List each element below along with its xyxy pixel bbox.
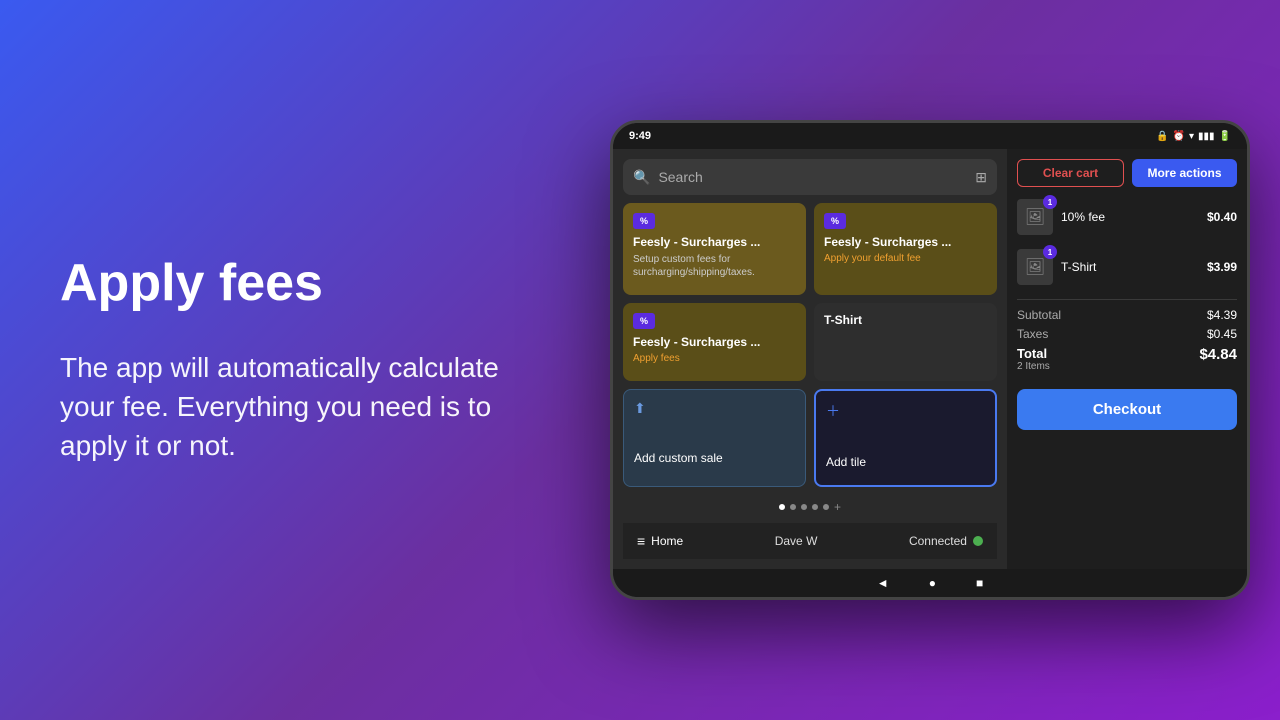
dot-plus: +: [834, 501, 841, 513]
cart-item-tshirt[interactable]: 🖼 1 T-Shirt $3.99: [1017, 245, 1237, 289]
fee-image-icon: 🖼: [1025, 207, 1045, 227]
nav-bar: ◄ ● ■: [613, 569, 1247, 597]
cart-totals: Subtotal $4.39 Taxes $0.45 Total 2 Items…: [1017, 299, 1237, 377]
recent-button[interactable]: ■: [976, 576, 983, 590]
main-title: Apply fees: [60, 255, 500, 312]
tshirt-name: T-Shirt: [824, 313, 987, 327]
dot-5: [823, 504, 829, 510]
bottom-bar: ≡ Home Dave W Connected: [623, 523, 997, 559]
left-panel: Apply fees The app will automatically ca…: [0, 195, 560, 526]
tablet-wrapper: 9:49 🔒 ⏰ ▾ ▮▮▮ 🔋 🔍 Search ⊞: [610, 120, 1250, 600]
clear-cart-button[interactable]: Clear cart: [1017, 159, 1124, 187]
wifi-icon: ▾: [1189, 131, 1194, 142]
feesly-3-badge: %: [633, 313, 655, 329]
feesly-1-desc: Setup custom fees for surcharging/shippi…: [633, 253, 796, 279]
status-icons: 🔒 ⏰ ▾ ▮▮▮ 🔋: [1156, 131, 1231, 142]
subtotal-value: $4.39: [1207, 308, 1237, 322]
lock-icon: 🔒: [1156, 131, 1168, 142]
page-dots: +: [623, 495, 997, 515]
cart-item-tshirt-image: 🖼 1: [1017, 249, 1053, 285]
connected-indicator: [973, 536, 983, 546]
home-button[interactable]: ●: [929, 576, 936, 590]
user-label: Dave W: [775, 534, 818, 548]
alarm-icon: ⏰: [1173, 131, 1185, 142]
dot-2: [790, 504, 796, 510]
total-label-col: Total 2 Items: [1017, 346, 1050, 372]
cart-item-tshirt-info: T-Shirt: [1061, 260, 1199, 274]
taxes-label: Taxes: [1017, 327, 1048, 341]
grid-icon: ⊞: [975, 169, 987, 186]
total-value: $4.84: [1199, 346, 1237, 372]
search-bar[interactable]: 🔍 Search ⊞: [623, 159, 997, 195]
signal-icon: ▮▮▮: [1198, 131, 1215, 142]
taxes-value: $0.45: [1207, 327, 1237, 341]
fee-item-price: $0.40: [1207, 210, 1237, 224]
hamburger-icon: ≡: [637, 533, 645, 549]
tshirt-item-name: T-Shirt: [1061, 260, 1199, 274]
cart-item-fee[interactable]: 🖼 1 10% fee $0.40: [1017, 195, 1237, 239]
feesly-3-desc: Apply fees: [633, 353, 796, 364]
dot-4: [812, 504, 818, 510]
fee-badge: 1: [1043, 195, 1057, 209]
total-label: Total: [1017, 346, 1050, 361]
total-row: Total 2 Items $4.84: [1017, 346, 1237, 372]
feesly-3-name: Feesly - Surcharges ...: [633, 335, 796, 349]
search-icon: 🔍: [633, 169, 650, 186]
connected-label: Connected: [909, 534, 967, 548]
feesly-1-name: Feesly - Surcharges ...: [633, 235, 796, 249]
bottom-home[interactable]: ≡ Home: [637, 533, 683, 549]
tshirt-item-price: $3.99: [1207, 260, 1237, 274]
back-button[interactable]: ◄: [877, 576, 889, 590]
tshirt-badge: 1: [1043, 245, 1057, 259]
tile-feesly-1[interactable]: % Feesly - Surcharges ... Setup custom f…: [623, 203, 806, 295]
subtotal-label: Subtotal: [1017, 308, 1061, 322]
custom-sale-label: Add custom sale: [634, 451, 795, 465]
cart-item-fee-info: 10% fee: [1061, 210, 1199, 224]
tile-feesly-2[interactable]: % Feesly - Surcharges ... Apply your def…: [814, 203, 997, 295]
feesly-1-badge: %: [633, 213, 655, 229]
product-grid: % Feesly - Surcharges ... Setup custom f…: [623, 203, 997, 487]
search-input-placeholder: Search: [658, 169, 967, 185]
add-tile-label: Add tile: [826, 455, 985, 469]
cart-panel: Clear cart More actions 🖼 1 10% fee $0.4…: [1007, 149, 1247, 569]
tile-tshirt[interactable]: T-Shirt: [814, 303, 997, 380]
bottom-user: Dave W: [775, 534, 818, 548]
plus-icon: ＋: [826, 401, 985, 421]
checkout-button[interactable]: Checkout: [1017, 389, 1237, 430]
tile-add-tile[interactable]: ＋ Add tile: [814, 389, 997, 487]
tile-custom-sale[interactable]: ⬆ Add custom sale: [623, 389, 806, 487]
status-time: 9:49: [629, 130, 651, 142]
dot-1: [779, 504, 785, 510]
subtitle: The app will automatically calculate you…: [60, 348, 500, 466]
products-panel: 🔍 Search ⊞ % Feesly - Surcharges ... Set…: [613, 149, 1007, 569]
tshirt-image-icon: 🖼: [1025, 257, 1045, 277]
action-buttons: Clear cart More actions: [1017, 159, 1237, 187]
home-label: Home: [651, 534, 683, 548]
app-content: 🔍 Search ⊞ % Feesly - Surcharges ... Set…: [613, 149, 1247, 569]
tile-feesly-3[interactable]: % Feesly - Surcharges ... Apply fees: [623, 303, 806, 380]
bottom-connected: Connected: [909, 534, 983, 548]
more-actions-button[interactable]: More actions: [1132, 159, 1237, 187]
cart-item-fee-image: 🖼 1: [1017, 199, 1053, 235]
subtotal-row: Subtotal $4.39: [1017, 308, 1237, 322]
feesly-2-desc: Apply your default fee: [824, 253, 987, 264]
taxes-row: Taxes $0.45: [1017, 327, 1237, 341]
status-bar: 9:49 🔒 ⏰ ▾ ▮▮▮ 🔋: [613, 123, 1247, 149]
feesly-2-name: Feesly - Surcharges ...: [824, 235, 987, 249]
upload-icon: ⬆: [634, 400, 795, 417]
fee-item-name: 10% fee: [1061, 210, 1199, 224]
battery-icon: 🔋: [1219, 131, 1231, 142]
feesly-2-badge: %: [824, 213, 846, 229]
tablet: 9:49 🔒 ⏰ ▾ ▮▮▮ 🔋 🔍 Search ⊞: [610, 120, 1250, 600]
dot-3: [801, 504, 807, 510]
total-sublabel: 2 Items: [1017, 361, 1050, 372]
